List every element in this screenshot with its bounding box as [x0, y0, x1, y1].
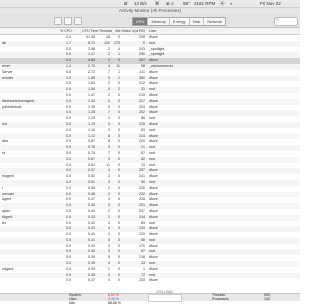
status-item[interactable]: 12 B/s — [134, 0, 147, 7]
table-row[interactable]: 0.0 0.37 4 0 233 dfuze — [0, 278, 300, 284]
tab-network[interactable]: Network — [204, 18, 226, 25]
idle-value: 88.68 % — [108, 301, 121, 305]
column-header: % CPU CPU Time Threads Idle Wake Ups PID… — [0, 28, 300, 35]
tab-memory[interactable]: Memory — [148, 18, 170, 25]
tab-cpu[interactable]: CPU — [133, 18, 149, 25]
menu-bar: Ø 12 B/s ⌘ ⊕ ≡ 98° 2161 RPM ⦿ ◐ Fri Nov … — [0, 0, 300, 8]
status-item[interactable]: Ø — [124, 0, 128, 7]
status-item[interactable]: 2161 RPM — [194, 0, 215, 7]
status-item[interactable]: ⦿ — [220, 0, 225, 7]
column-cpu[interactable]: % CPU — [60, 28, 72, 34]
cpu-time: 0.37 — [88, 278, 95, 283]
status-item[interactable]: Fri Nov 22 — [260, 0, 281, 7]
column-idle-wake-ups[interactable]: Idle Wake Ups — [115, 28, 138, 34]
pid: 233 — [139, 278, 145, 283]
thread-count: 4 — [108, 278, 110, 283]
search-field[interactable]: ⌕ — [274, 17, 298, 26]
status-item[interactable]: ⌘ — [155, 0, 160, 7]
processes-value: 143 — [264, 297, 270, 301]
cpu-load-graph — [148, 294, 182, 302]
column-pid[interactable]: PID — [139, 28, 145, 34]
gear-icon[interactable] — [74, 17, 82, 25]
column-user[interactable]: User — [149, 28, 157, 34]
tab-bar: CPU Memory Energy Disk Network — [132, 17, 227, 26]
column-threads[interactable]: Threads — [99, 28, 112, 34]
status-item[interactable]: ◐ — [230, 0, 233, 7]
status-item[interactable]: 98° — [183, 0, 190, 7]
info-button[interactable] — [64, 17, 72, 25]
cpu-percent: 0.0 — [66, 278, 71, 283]
toolbar: CPU Memory Energy Disk Network ⌕ — [0, 14, 300, 28]
user: dfuze — [149, 278, 158, 283]
idle-label: Idle: — [69, 301, 76, 305]
processes-label: Processes: — [212, 297, 230, 301]
search-icon: ⌕ — [276, 17, 279, 23]
status-item[interactable]: ⊕ ≡ — [166, 0, 174, 7]
close-process-button[interactable] — [54, 17, 62, 25]
idle-wake-ups: 0 — [118, 278, 120, 283]
process-table: 0.0 41.08 18 0 208 dfuze ab 1.7 8.72 100 275 0 root 0… — [0, 35, 300, 288]
tab-disk[interactable]: Disk — [189, 18, 205, 25]
tab-energy[interactable]: Energy — [169, 18, 190, 25]
column-cpu-time[interactable]: CPU Time — [82, 28, 98, 34]
